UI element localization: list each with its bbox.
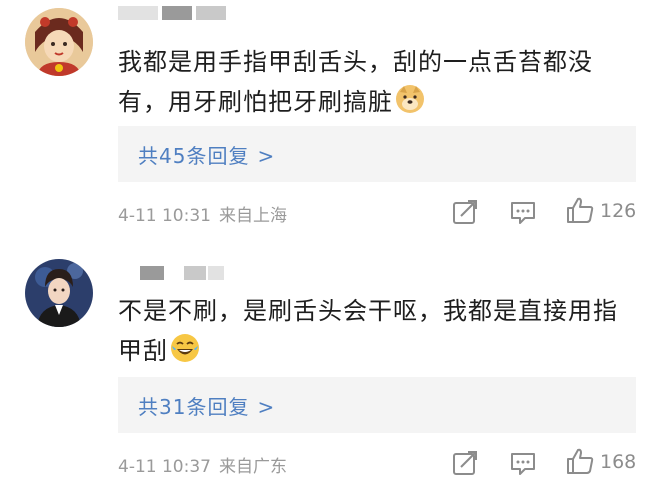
redaction-block (118, 6, 158, 20)
like-button[interactable] (565, 195, 595, 225)
chevron-right-icon: > (257, 395, 276, 419)
comment-button[interactable] (508, 448, 538, 478)
laughing-tears-emoji-icon (171, 334, 199, 362)
like-count: 126 (600, 200, 637, 222)
comment-icon (511, 453, 535, 475)
thumbs-up-icon (567, 197, 594, 223)
redaction-block (196, 6, 226, 20)
redaction-block (184, 266, 206, 280)
user-avatar-boy-icon (25, 259, 93, 327)
share-button[interactable] (450, 448, 480, 478)
comment-meta: 4-11 10:37 来自广东 (118, 452, 287, 477)
user-avatar-girl-icon (25, 8, 93, 76)
comment-location: 来自广东 (218, 457, 287, 477)
username-redacted[interactable] (118, 6, 228, 20)
comment-meta: 4-11 10:31 来自上海 (118, 201, 287, 226)
avatar[interactable] (25, 259, 93, 327)
thumbs-up-icon (567, 448, 594, 474)
chevron-right-icon: > (257, 144, 276, 168)
redaction-block (140, 266, 164, 280)
redaction-block (162, 6, 192, 20)
like-count: 168 (600, 451, 637, 473)
doge-emoji-icon (396, 85, 424, 113)
like-button[interactable] (565, 446, 595, 476)
comment-text-line: 我都是用手指甲刮舌头，刮的一点舌苔都没 (118, 48, 593, 76)
username-redacted[interactable] (140, 266, 230, 280)
share-icon (453, 451, 477, 475)
share-button[interactable] (450, 197, 480, 227)
comment-timestamp: 4-11 10:37 (118, 457, 211, 477)
comment-text: 不是不刷，是刷舌头会干呕，我都是直接用指 甲刮 (118, 291, 638, 371)
view-replies-link[interactable]: 共45条回复 > (138, 140, 275, 169)
comment-button[interactable] (508, 197, 538, 227)
comment-text-line: 有，用牙刷怕把牙刷搞脏 (118, 82, 638, 122)
reply-summary-box[interactable]: 共45条回复 > (118, 126, 636, 182)
comment-location: 来自上海 (218, 206, 287, 226)
avatar[interactable] (25, 8, 93, 76)
comment-text-line: 甲刮 (118, 331, 638, 371)
share-icon (453, 200, 477, 224)
comment-timestamp: 4-11 10:31 (118, 206, 211, 226)
comment-text: 我都是用手指甲刮舌头，刮的一点舌苔都没 有，用牙刷怕把牙刷搞脏 (118, 42, 638, 122)
comment-text-line: 不是不刷，是刷舌头会干呕，我都是直接用指 (118, 297, 618, 325)
comment-icon (511, 202, 535, 224)
redaction-block (208, 266, 224, 280)
view-replies-link[interactable]: 共31条回复 > (138, 391, 275, 420)
reply-summary-box[interactable]: 共31条回复 > (118, 377, 636, 433)
